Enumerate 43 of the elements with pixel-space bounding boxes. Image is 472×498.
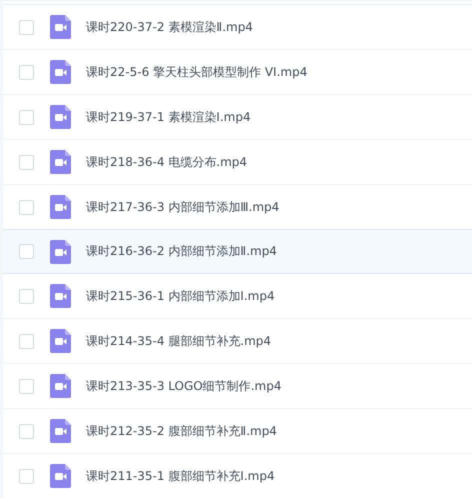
video-file-icon	[50, 284, 71, 308]
checkbox[interactable]	[19, 64, 34, 80]
checkbox[interactable]	[19, 424, 34, 438]
checkbox[interactable]	[19, 110, 34, 124]
file-name[interactable]: 课时212-35-2 腹部细节补充Ⅱ.mp4	[86, 422, 277, 440]
file-name[interactable]: 课时218-36-4 电缆分布.mp4	[86, 154, 248, 170]
file-name[interactable]: 课时216-36-2 内部细节添加Ⅱ.mp4	[86, 243, 277, 260]
file-row[interactable]: 课时218-36-4 电缆分布.mp4	[3, 139, 472, 184]
checkbox[interactable]	[19, 288, 34, 304]
video-file-icon	[50, 195, 71, 219]
file-name[interactable]: 课时214-35-4 腿部细节补充.mp4	[86, 332, 272, 350]
file-row[interactable]: 课时216-36-2 内部细节添加Ⅱ.mp4	[3, 229, 472, 274]
file-name[interactable]: 课时220-37-2 素模渲染Ⅱ.mp4	[86, 18, 253, 36]
video-file-icon	[50, 419, 71, 443]
file-name[interactable]: 课时215-36-1 内部细节添加Ⅰ.mp4	[86, 288, 275, 304]
file-row[interactable]: 课时219-37-1 素模渲染Ⅰ.mp4	[3, 94, 472, 139]
file-row[interactable]: 课时212-35-2 腹部细节补充Ⅱ.mp4	[3, 408, 472, 453]
checkbox[interactable]	[19, 20, 34, 34]
file-name[interactable]: 课时213-35-3 LOGO细节制作.mp4	[86, 378, 282, 394]
file-row[interactable]: 课时214-35-4 腿部细节补充.mp4	[3, 318, 472, 363]
video-file-icon	[50, 15, 71, 39]
video-file-icon	[50, 60, 71, 84]
checkbox[interactable]	[19, 154, 34, 170]
file-name[interactable]: 课时219-37-1 素模渲染Ⅰ.mp4	[86, 108, 251, 126]
file-row[interactable]: 课时211-35-1 腹部细节补充Ⅰ.mp4	[3, 453, 472, 498]
checkbox[interactable]	[19, 334, 34, 348]
file-row[interactable]: 课时213-35-3 LOGO细节制作.mp4	[3, 363, 472, 408]
video-file-icon	[50, 329, 71, 353]
checkbox[interactable]	[19, 244, 34, 259]
file-name[interactable]: 课时211-35-1 腹部细节补充Ⅰ.mp4	[86, 468, 275, 484]
video-file-icon	[50, 150, 71, 174]
checkbox[interactable]	[19, 378, 34, 394]
video-file-icon	[50, 105, 71, 129]
video-file-icon	[50, 374, 71, 398]
checkbox[interactable]	[19, 468, 34, 484]
video-file-icon	[50, 464, 71, 488]
checkbox[interactable]	[19, 200, 34, 214]
video-file-icon	[50, 240, 71, 264]
file-row[interactable]: 课时215-36-1 内部细节添加Ⅰ.mp4	[3, 274, 472, 318]
file-name[interactable]: 课时22-5-6 擎天柱头部模型制作 VI.mp4	[86, 64, 308, 80]
file-row[interactable]: 课时22-5-6 擎天柱头部模型制作 VI.mp4	[3, 49, 472, 94]
file-name[interactable]: 课时217-36-3 内部细节添加Ⅲ.mp4	[86, 198, 280, 216]
file-row[interactable]: 课时220-37-2 素模渲染Ⅱ.mp4	[3, 4, 472, 49]
